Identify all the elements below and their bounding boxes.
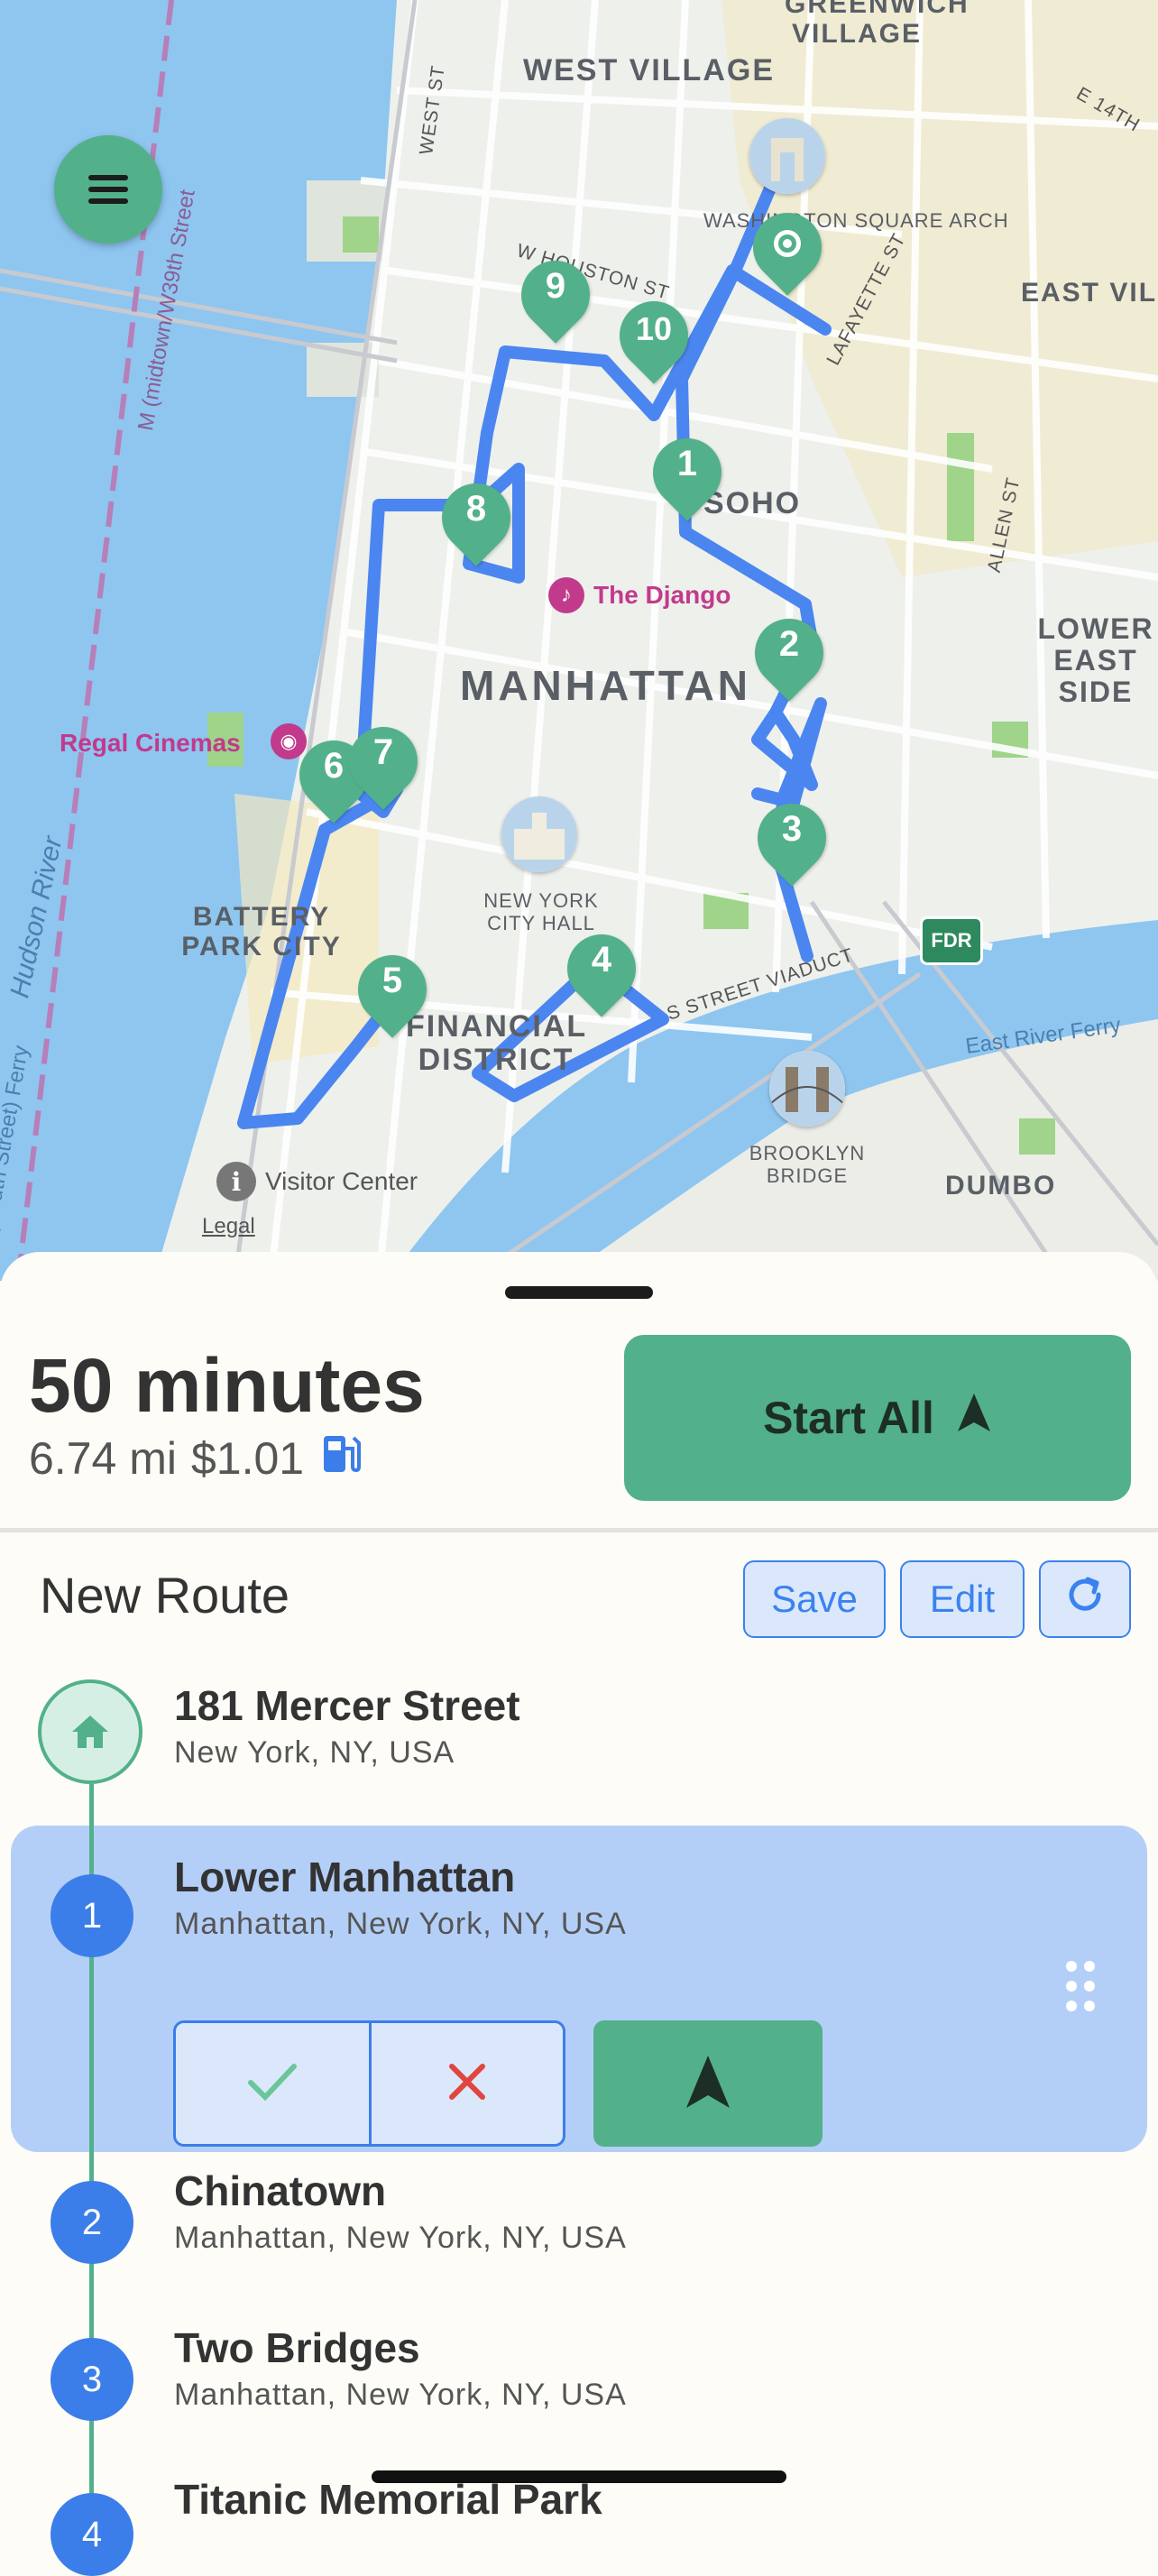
route-sheet: 50 minutes 6.74 mi $1.01 Start All New R… xyxy=(0,1252,1158,2576)
stop-address: Manhattan, New York, NY, USA xyxy=(174,2221,627,2255)
neighborhood-label: LOWER EAST SIDE xyxy=(1037,612,1154,709)
route-duration: 50 minutes xyxy=(29,1343,425,1428)
legal-link[interactable]: Legal xyxy=(202,1214,255,1239)
navigation-arrow-icon xyxy=(956,1392,992,1444)
hamburger-menu-icon xyxy=(88,169,128,210)
start-all-button[interactable]: Start All xyxy=(624,1335,1131,1501)
fuel-pump-icon xyxy=(322,1432,362,1485)
menu-button[interactable] xyxy=(54,135,162,244)
map-background xyxy=(0,0,1158,1281)
route-title: New Route xyxy=(40,1567,290,1624)
refresh-button[interactable] xyxy=(1039,1560,1131,1638)
info-icon[interactable]: i xyxy=(216,1162,256,1201)
stop-address: New York, NY, USA xyxy=(174,1735,455,1770)
landmark-label: NEW YORK CITY HALL xyxy=(483,889,599,935)
neighborhood-label: DUMBO xyxy=(945,1171,1057,1201)
origin-pin-icon[interactable] xyxy=(739,198,836,299)
map-pin-8[interactable]: 8 xyxy=(427,469,525,570)
edit-button[interactable]: Edit xyxy=(900,1560,1025,1638)
home-icon xyxy=(38,1679,142,1784)
stop-name: Two Bridges xyxy=(174,2324,420,2371)
neighborhood-label: GREENWICH VILLAGE xyxy=(785,0,970,49)
complete-stop-button[interactable] xyxy=(173,2020,372,2147)
refresh-icon xyxy=(1064,1574,1106,1624)
arch-landmark-icon[interactable] xyxy=(749,118,825,194)
map-pin-1[interactable]: 1 xyxy=(639,424,736,525)
neighborhood-label: BATTERY PARK CITY xyxy=(181,902,342,961)
stop-address: Manhattan, New York, NY, USA xyxy=(174,2378,627,2412)
map-pin-5[interactable]: 5 xyxy=(344,941,441,1042)
route-stats: 6.74 mi $1.01 xyxy=(29,1432,362,1485)
stop-address: Manhattan, New York, NY, USA xyxy=(174,1907,627,1941)
map-pin-3[interactable]: 3 xyxy=(743,789,841,890)
stop-name: Chinatown xyxy=(174,2167,387,2214)
route-distance: 6.74 mi xyxy=(29,1433,177,1484)
map-view[interactable]: WEST VILLAGE GREENWICH VILLAGE EAST VILL… xyxy=(0,0,1158,1281)
music-note-icon[interactable]: ♪ xyxy=(548,577,584,613)
bridge-landmark-icon[interactable] xyxy=(769,1051,845,1127)
map-pin-4[interactable]: 4 xyxy=(553,920,650,1021)
stop-number-badge: 3 xyxy=(51,2338,133,2421)
navigate-stop-button[interactable] xyxy=(593,2020,823,2147)
checkmark-icon xyxy=(245,2061,299,2107)
stop-name: Lower Manhattan xyxy=(174,1854,516,1900)
stop-number-badge: 2 xyxy=(51,2181,133,2264)
map-pin-10[interactable]: 10 xyxy=(605,287,703,388)
save-button[interactable]: Save xyxy=(743,1560,886,1638)
stop-number-badge: 1 xyxy=(51,1874,133,1957)
skip-stop-button[interactable] xyxy=(369,2020,565,2147)
poi-label[interactable]: Regal Cinemas xyxy=(60,729,241,758)
map-pin-9[interactable]: 9 xyxy=(507,246,604,347)
section-divider xyxy=(0,1528,1158,1532)
city-hall-landmark-icon[interactable] xyxy=(501,796,577,872)
stop-name: 181 Mercer Street xyxy=(174,1682,520,1729)
map-pin-7[interactable]: 7 xyxy=(335,713,432,814)
neighborhood-label: WEST VILLAGE xyxy=(523,53,775,87)
home-indicator[interactable] xyxy=(372,2470,786,2483)
landmark-label: BROOKLYN BRIDGE xyxy=(749,1142,866,1188)
start-all-label: Start All xyxy=(763,1393,934,1443)
neighborhood-label: MANHATTAN xyxy=(460,662,752,709)
route-cost: $1.01 xyxy=(190,1433,305,1484)
neighborhood-label: FINANCIAL DISTRICT xyxy=(406,1009,588,1078)
navigation-arrow-icon xyxy=(685,2054,731,2114)
drag-handle-icon[interactable] xyxy=(1062,1959,1098,2018)
sheet-grabber[interactable] xyxy=(505,1286,653,1299)
neighborhood-label: EAST VILLAGE xyxy=(1021,278,1158,308)
close-icon xyxy=(446,2061,488,2107)
map-pin-2[interactable]: 2 xyxy=(740,604,838,705)
poi-label[interactable]: Visitor Center xyxy=(265,1167,418,1196)
fdr-shield: FDR xyxy=(920,916,983,965)
poi-label[interactable]: The Django xyxy=(593,581,731,610)
